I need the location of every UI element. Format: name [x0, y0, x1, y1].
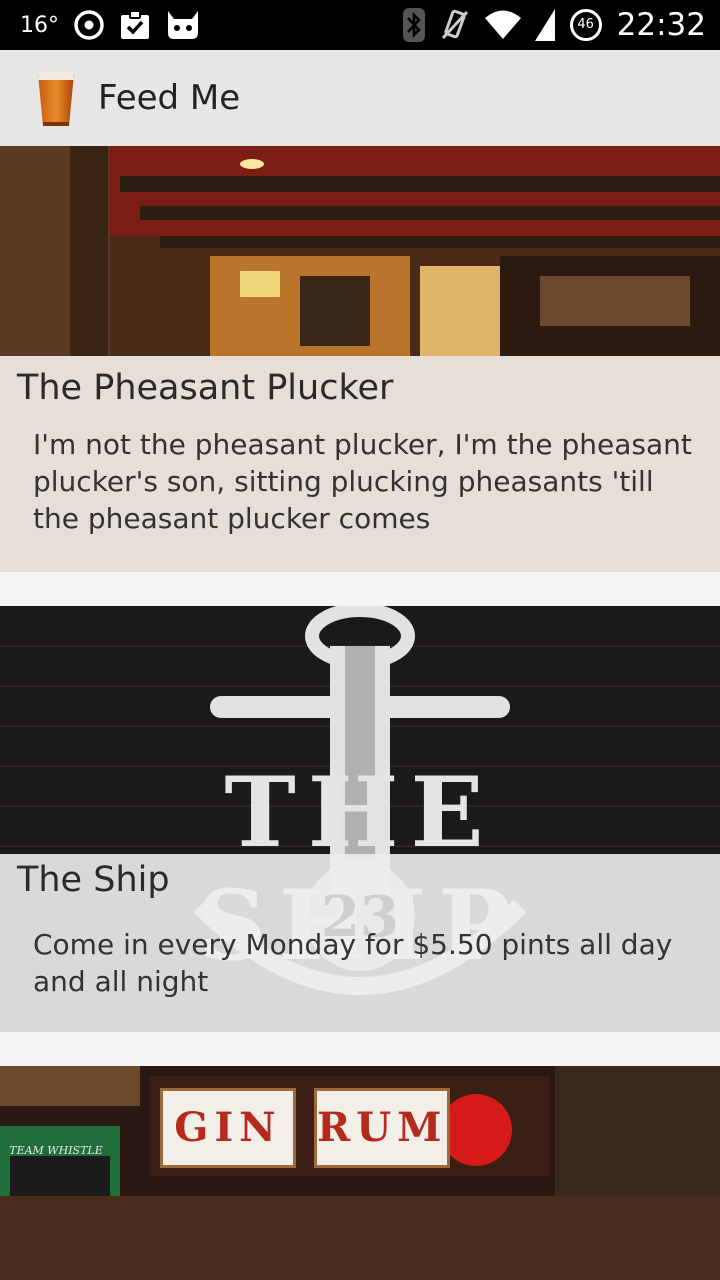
feed-card[interactable]: GIN RUM TEAM WHISTLE [0, 1066, 720, 1280]
clock: 22:32 [616, 7, 706, 43]
android-debug-icon [165, 9, 201, 41]
rum-sign: RUM [314, 1088, 450, 1168]
sync-icon [73, 9, 105, 41]
battery-icon: 46 [569, 8, 603, 42]
status-bar: 16° 46 22:32 [0, 0, 720, 50]
bluetooth-icon [402, 8, 425, 42]
card-description: Come in every Monday for $5.50 pints all… [33, 928, 673, 998]
action-bar: Feed Me [0, 50, 720, 147]
battery-level: 46 [577, 17, 594, 32]
app-title: Feed Me [98, 78, 241, 118]
clipboard-check-icon [119, 9, 151, 41]
vibrate-icon [439, 8, 471, 42]
board-text: TEAM WHISTLE [9, 1144, 103, 1157]
card-title: The Ship [17, 860, 170, 900]
beer-glass-icon[interactable] [36, 70, 76, 128]
feed-card[interactable]: The Pheasant Plucker I'm not the pheasan… [0, 146, 720, 572]
wifi-icon [484, 9, 521, 41]
cell-signal-icon [534, 9, 555, 41]
card-title: The Pheasant Plucker [17, 368, 394, 408]
card-description: I'm not the pheasant plucker, I'm the ph… [33, 428, 692, 535]
temperature-readout: 16° [20, 12, 59, 38]
feed-card[interactable]: THE SHIP 23 The Ship Come in every Monda… [0, 606, 720, 1032]
gin-sign: GIN [160, 1088, 296, 1168]
